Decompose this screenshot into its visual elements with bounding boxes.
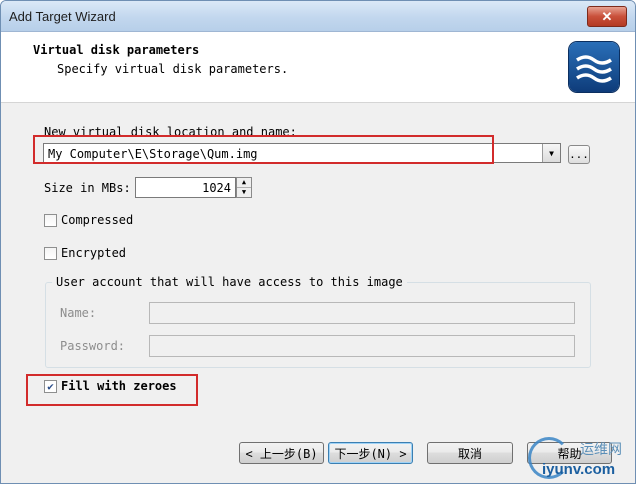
browse-button[interactable]: ... bbox=[568, 145, 590, 164]
watermark-bottom-text: iyunv.com bbox=[542, 461, 616, 478]
spin-down-icon[interactable]: ▼ bbox=[237, 187, 251, 197]
add-target-wizard-window: Add Target Wizard ✕ Virtual disk paramet… bbox=[0, 0, 636, 484]
size-spinner[interactable]: ▲ ▼ bbox=[236, 177, 252, 198]
fill-zeroes-highlight-box bbox=[26, 374, 198, 406]
cancel-button[interactable]: 取消 bbox=[427, 442, 513, 464]
location-highlight-box bbox=[33, 135, 494, 164]
user-account-group-title: User account that will have access to th… bbox=[52, 275, 407, 289]
size-input[interactable]: 1024 bbox=[135, 177, 236, 198]
watermark-top-text: 运维网 bbox=[580, 441, 622, 457]
encrypted-label: Encrypted bbox=[61, 246, 127, 260]
wizard-header: Virtual disk parameters Specify virtual … bbox=[1, 32, 635, 103]
compressed-label: Compressed bbox=[61, 213, 134, 227]
title-bar[interactable]: Add Target Wizard ✕ bbox=[1, 1, 635, 32]
site-watermark: 运维网 iyunv.com bbox=[528, 435, 636, 481]
close-button[interactable]: ✕ bbox=[587, 6, 627, 27]
close-icon: ✕ bbox=[601, 8, 613, 24]
name-label: Name: bbox=[60, 306, 97, 320]
location-dropdown-button[interactable]: ▼ bbox=[542, 144, 560, 162]
next-button[interactable]: 下一步(N) > bbox=[328, 442, 413, 464]
page-subtitle: Specify virtual disk parameters. bbox=[57, 62, 289, 76]
size-label: Size in MBs: bbox=[44, 181, 131, 195]
window-title: Add Target Wizard bbox=[9, 9, 116, 24]
page-title: Virtual disk parameters bbox=[33, 43, 200, 57]
size-value: 1024 bbox=[202, 181, 231, 195]
chevron-down-icon: ▼ bbox=[549, 148, 554, 158]
compressed-checkbox[interactable] bbox=[44, 214, 57, 227]
password-label: Password: bbox=[60, 339, 126, 353]
waves-logo-icon bbox=[569, 42, 619, 92]
back-button[interactable]: < 上一步(B) bbox=[239, 442, 324, 464]
encrypted-checkbox[interactable] bbox=[44, 247, 57, 260]
spin-up-icon[interactable]: ▲ bbox=[237, 178, 251, 187]
password-field[interactable] bbox=[149, 335, 575, 357]
name-field[interactable] bbox=[149, 302, 575, 324]
